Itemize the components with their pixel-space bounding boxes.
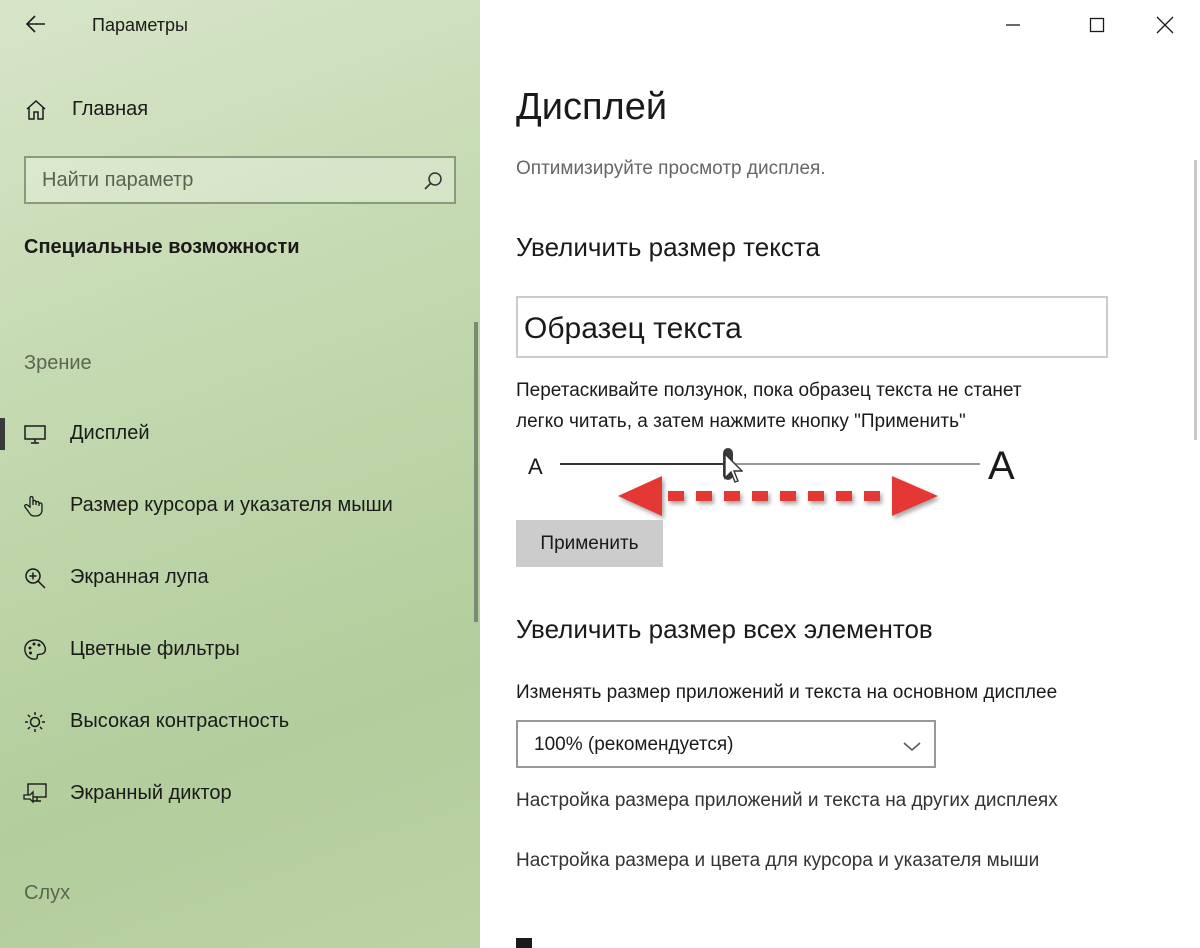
home-label: Главная <box>72 98 149 120</box>
next-heading-cutoff <box>516 938 532 948</box>
description-line-1: Перетаскивайте ползунок, пока образец те… <box>516 380 1022 401</box>
section-title: Специальные возможности <box>24 236 300 258</box>
sidebar-scrollbar[interactable] <box>474 322 478 622</box>
sidebar-item-label: Экранная лупа <box>70 566 209 588</box>
sidebar: Параметры Главная Специальные возможност… <box>0 0 480 948</box>
home-icon <box>26 99 46 120</box>
description-line-2: легко читать, а затем нажмите кнопку "Пр… <box>516 411 966 432</box>
text-size-slider[interactable] <box>560 448 980 480</box>
text-size-heading: Увеличить размер текста <box>516 232 821 262</box>
sidebar-item-label: Размер курсора и указателя мыши <box>70 494 393 516</box>
search-box[interactable] <box>24 156 456 204</box>
slider-fill <box>560 463 728 465</box>
slider-max-label: A <box>988 444 1015 488</box>
sidebar-item-label: Экранный диктор <box>70 782 232 804</box>
back-arrow-icon <box>26 15 45 33</box>
text-preview: Образец текста <box>524 312 742 345</box>
sidebar-item-label: Дисплей <box>70 422 150 444</box>
page-title: Дисплей <box>516 86 668 128</box>
palette-icon <box>24 639 47 660</box>
main-content: Дисплей Оптимизируйте просмотр дисплея. … <box>480 0 1200 948</box>
page-subtitle: Оптимизируйте просмотр дисплея. <box>516 158 826 179</box>
sidebar-item-high-contrast[interactable]: Высокая контрастность <box>0 696 480 748</box>
chevron-down-icon <box>903 742 921 751</box>
back-button[interactable] <box>20 8 52 40</box>
link-other-displays[interactable]: Настройка размера приложений и текста на… <box>516 790 1058 812</box>
group-label-vision: Зрение <box>24 352 92 374</box>
group-label-hearing: Слух <box>24 882 71 904</box>
narrator-icon <box>23 783 47 804</box>
zoom-in-icon <box>25 568 46 589</box>
scale-dropdown-value: 100% (рекомендуется) <box>534 734 734 755</box>
scale-dropdown[interactable]: 100% (рекомендуется) <box>516 720 936 768</box>
text-preview-box: Образец текста <box>516 296 1108 358</box>
link-cursor-settings[interactable]: Настройка размера и цвета для курсора и … <box>516 850 1039 872</box>
hand-pointer-icon <box>24 495 43 517</box>
slider-min-label: A <box>528 454 543 479</box>
sidebar-item-narrator[interactable]: Экранный диктор <box>0 768 480 820</box>
search-icon[interactable] <box>422 170 444 192</box>
scale-field-label: Изменять размер приложений и текста на о… <box>516 682 1058 703</box>
all-elements-heading: Увеличить размер всех элементов <box>516 614 933 644</box>
minimize-icon <box>1006 24 1020 26</box>
maximize-button[interactable] <box>1074 0 1120 50</box>
maximize-icon <box>1089 17 1105 33</box>
drag-arrows-icon <box>618 476 938 516</box>
home-nav-item[interactable]: Главная <box>0 88 480 132</box>
sidebar-item-label: Высокая контрастность <box>70 710 290 732</box>
app-title: Параметры <box>92 15 188 35</box>
sidebar-item-display[interactable]: Дисплей <box>0 408 480 460</box>
close-icon <box>1156 16 1174 34</box>
search-input[interactable] <box>42 168 422 192</box>
monitor-icon <box>24 425 46 444</box>
slider-description: Перетаскивайте ползунок, пока образец те… <box>516 375 1156 437</box>
sidebar-item-magnifier[interactable]: Экранная лупа <box>0 552 480 604</box>
minimize-button[interactable] <box>990 0 1036 50</box>
close-button[interactable] <box>1142 0 1188 50</box>
sidebar-item-label: Цветные фильтры <box>70 638 240 660</box>
apply-button[interactable]: Применить <box>516 520 663 567</box>
main-scrollbar[interactable] <box>1194 160 1197 440</box>
sun-icon <box>25 712 45 732</box>
sidebar-item-cursor-size[interactable]: Размер курсора и указателя мыши <box>0 480 480 532</box>
sidebar-item-color-filters[interactable]: Цветные фильтры <box>0 624 480 676</box>
title-bar-left: Параметры <box>0 0 480 50</box>
